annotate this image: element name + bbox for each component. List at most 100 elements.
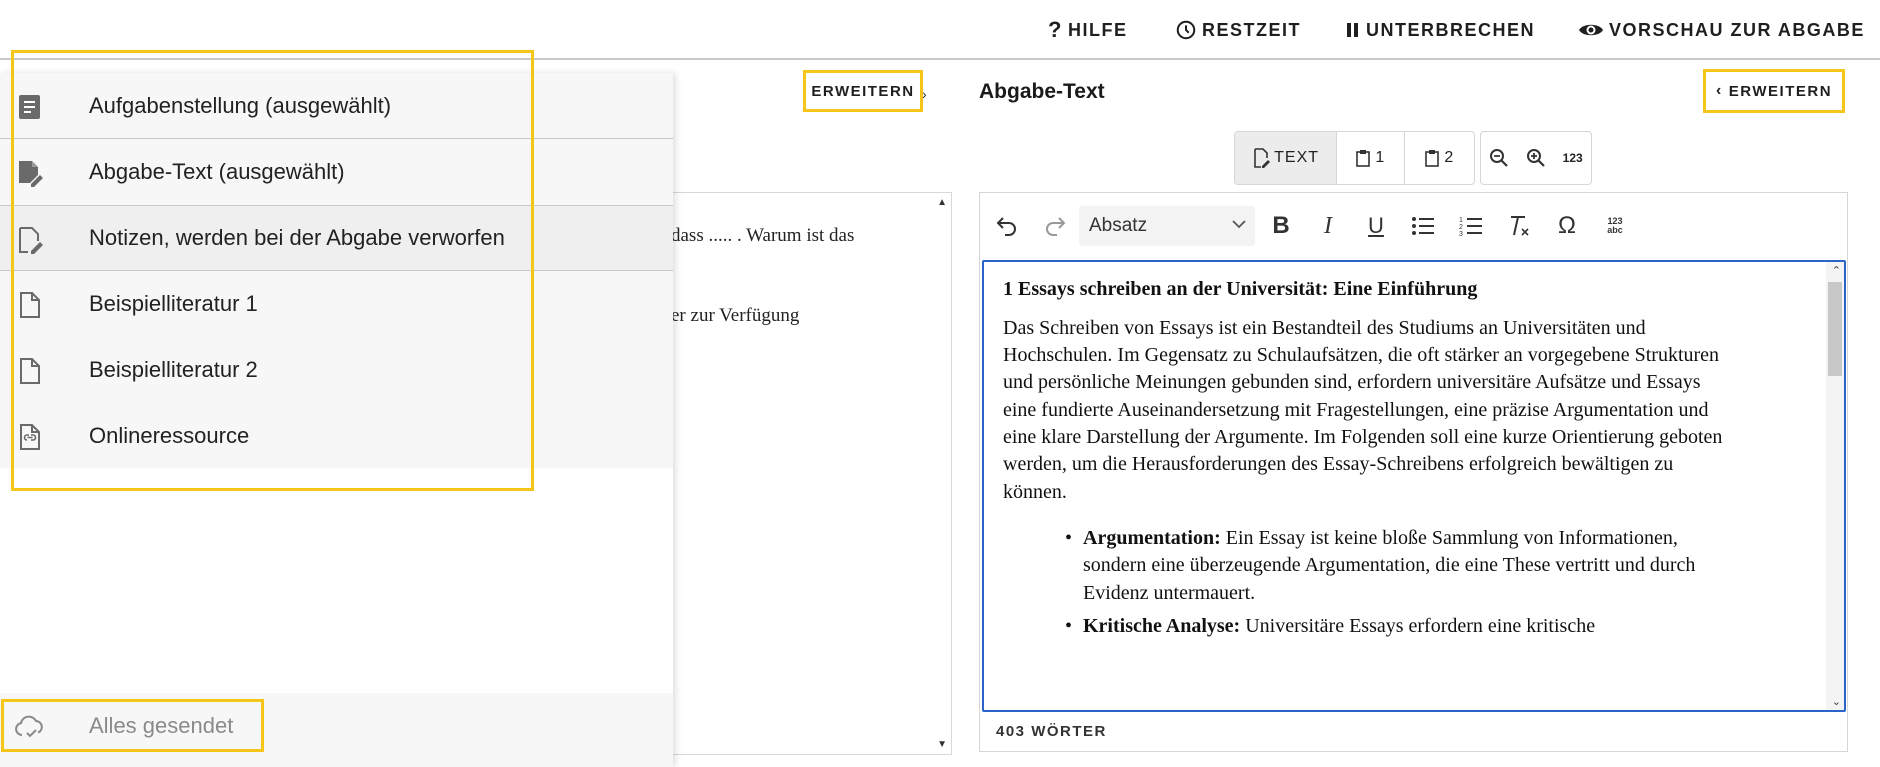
- view-toggle-group: TEXT 1 2: [1234, 131, 1475, 185]
- special-character-button[interactable]: Ω: [1551, 210, 1583, 242]
- preview-submission-button[interactable]: VORSCHAU ZUR ABGABE: [1578, 16, 1865, 44]
- expand-left-label: ERWEITERN: [811, 82, 915, 100]
- bold-button[interactable]: B: [1265, 210, 1297, 242]
- view-1-label: 1: [1375, 149, 1386, 166]
- zoom-in-icon: [1527, 149, 1545, 167]
- paragraph-format-select[interactable]: Absatz: [1079, 206, 1255, 246]
- bullet-text: Ein Essay ist keine bloße Sammlung von I…: [1220, 527, 1678, 549]
- task-text-line: dass ..... . Warum ist das: [671, 225, 855, 246]
- help-label: HILFE: [1067, 19, 1128, 40]
- question-icon: ?: [1048, 17, 1063, 42]
- paragraph-line: können.: [1003, 481, 1067, 503]
- top-bar: ? HILFE RESTZEIT UNTERBRECHEN VORSCHAU Z…: [0, 0, 1880, 60]
- pause-icon: [1347, 23, 1358, 37]
- pause-button[interactable]: UNTERBRECHEN: [1345, 16, 1535, 44]
- bullet-term: Kritische Analyse:: [1083, 615, 1241, 637]
- clear-formatting-button[interactable]: [1503, 210, 1535, 242]
- expand-right-button[interactable]: ‹ ERWEITERN: [1703, 69, 1845, 113]
- svg-text:2: 2: [1459, 224, 1463, 231]
- chevron-left-icon: ‹: [1715, 82, 1723, 99]
- document-heading: 1 Essays schreiben an der Universität: E…: [1003, 278, 1478, 300]
- nav-item-label: Beispielliteratur 2: [89, 357, 258, 382]
- document-edit-outline-icon: [1254, 148, 1271, 168]
- undo-icon: [996, 217, 1016, 236]
- clipboard-icon: [1356, 150, 1371, 167]
- bullet-continuation: sondern eine überzeugende Argumentation,…: [1083, 554, 1696, 576]
- sync-status-label: Alles gesendet: [89, 713, 234, 738]
- nav-item-label: Beispielliteratur 1: [89, 291, 258, 316]
- task-text-line: er zur Verfügung: [671, 305, 800, 326]
- clear-formatting-icon: [1511, 216, 1529, 236]
- bullet-dot: •: [1065, 615, 1073, 637]
- view-clipboard-1-button[interactable]: 1: [1337, 132, 1405, 184]
- italic-icon: I: [1324, 212, 1332, 239]
- scroll-down-icon[interactable]: ▼: [937, 739, 947, 750]
- word-count: 403 WÖRTER: [996, 723, 1107, 740]
- bullet-list-icon: [1412, 217, 1434, 235]
- zoom-out-icon: [1490, 149, 1509, 167]
- paragraph-line: Hochschulen. Im Gegensatz zu Schulaufsät…: [1003, 344, 1720, 366]
- zoom-reset-button[interactable]: 123: [1554, 132, 1591, 184]
- remaining-time-button[interactable]: RESTZEIT: [1175, 16, 1301, 44]
- cloud-check-icon: [15, 715, 43, 738]
- expand-left-button[interactable]: ERWEITERN: [803, 70, 923, 112]
- editor-toolbar: Absatz B I U 123 Ω 123 abc: [980, 193, 1847, 259]
- view-clipboard-2-button[interactable]: 2: [1405, 132, 1474, 184]
- list-item: • Kritische Analyse: Universitäre Essays…: [1065, 615, 1596, 638]
- paragraph-line: werden, um die Herausforderungen des Ess…: [1003, 453, 1674, 475]
- omega-icon: Ω: [1558, 212, 1576, 239]
- preview-label: VORSCHAU ZUR ABGABE: [1609, 19, 1865, 40]
- zoom-in-button[interactable]: [1518, 132, 1555, 184]
- paragraph-line: und persönliche Meinungen gebunden sind,…: [1003, 371, 1701, 393]
- editor-scrollbar[interactable]: ⌃ ⌄: [1826, 262, 1844, 710]
- view-text-label: TEXT: [1274, 149, 1320, 166]
- view-2-label: 2: [1444, 149, 1455, 166]
- file-outline-icon: [20, 292, 40, 318]
- scrollbar-thumb[interactable]: [1828, 282, 1842, 376]
- numbered-list-icon: 123: [1459, 217, 1482, 237]
- numbered-list-button[interactable]: 123: [1455, 210, 1487, 242]
- nav-item-notes[interactable]: Notizen, werden bei der Abgabe verworfen: [0, 205, 673, 271]
- nav-item-label: Aufgabenstellung (ausgewählt): [89, 92, 392, 118]
- eye-icon: [1579, 24, 1603, 36]
- undo-button[interactable]: [991, 210, 1023, 242]
- bold-icon: B: [1272, 212, 1290, 239]
- bullet-dot: •: [1065, 527, 1073, 549]
- redo-button[interactable]: [1039, 210, 1071, 242]
- paragraph-line: eine klare Darstellung der Argumente. Im…: [1003, 426, 1723, 448]
- bullet-text: Universitäre Essays erfordern eine kriti…: [1240, 615, 1596, 637]
- spellcheck-button[interactable]: 123 abc: [1599, 210, 1631, 242]
- editor-content-area[interactable]: 1 Essays schreiben an der Universität: E…: [982, 260, 1846, 712]
- nav-item-task[interactable]: Aufgabenstellung (ausgewählt): [0, 73, 673, 139]
- expand-right-label: ERWEITERN: [1728, 82, 1833, 100]
- chevron-down-icon: [1232, 220, 1246, 229]
- scroll-up-icon[interactable]: ▲: [937, 197, 947, 208]
- zoom-out-button[interactable]: [1481, 132, 1518, 184]
- clipboard-icon: [1425, 150, 1440, 167]
- submission-title: Abgabe-Text: [979, 80, 1105, 103]
- document-list: Aufgabenstellung (ausgewählt) Abgabe-Tex…: [0, 73, 673, 468]
- document-filled-icon: [19, 95, 40, 119]
- underline-button[interactable]: U: [1360, 210, 1392, 242]
- list-item: • Argumentation: Ein Essay ist keine blo…: [1065, 527, 1678, 550]
- document-edit-outline-icon: [19, 227, 43, 254]
- redo-icon: [1046, 217, 1066, 236]
- link-file-icon: [20, 424, 40, 450]
- nav-item-online-resource[interactable]: Onlineressource: [0, 403, 673, 469]
- help-button[interactable]: ? HILFE: [1048, 16, 1127, 44]
- remaining-time-label: RESTZEIT: [1202, 19, 1302, 40]
- navigation-drawer: Aufgabenstellung (ausgewählt) Abgabe-Tex…: [0, 73, 673, 767]
- scroll-down-icon[interactable]: ⌄: [1832, 695, 1841, 708]
- nav-item-submission-text[interactable]: Abgabe-Text (ausgewählt): [0, 139, 673, 205]
- italic-button[interactable]: I: [1312, 210, 1344, 242]
- nav-item-label: Abgabe-Text (ausgewählt): [89, 159, 345, 184]
- bullet-list-button[interactable]: [1407, 210, 1439, 242]
- nav-item-example-literature-1[interactable]: Beispielliteratur 1: [0, 271, 673, 337]
- nav-item-example-literature-2[interactable]: Beispielliteratur 2: [0, 337, 673, 403]
- paragraph-line: eine fundierte Auseinandersetzung mit Fr…: [1003, 399, 1709, 421]
- task-document-panel[interactable]: dass ..... . Warum ist das er zur Verfüg…: [667, 192, 952, 755]
- scroll-up-icon[interactable]: ⌃: [1832, 264, 1841, 277]
- svg-text:3: 3: [1459, 231, 1463, 237]
- file-outline-icon: [20, 358, 40, 384]
- view-text-button[interactable]: TEXT: [1235, 132, 1338, 184]
